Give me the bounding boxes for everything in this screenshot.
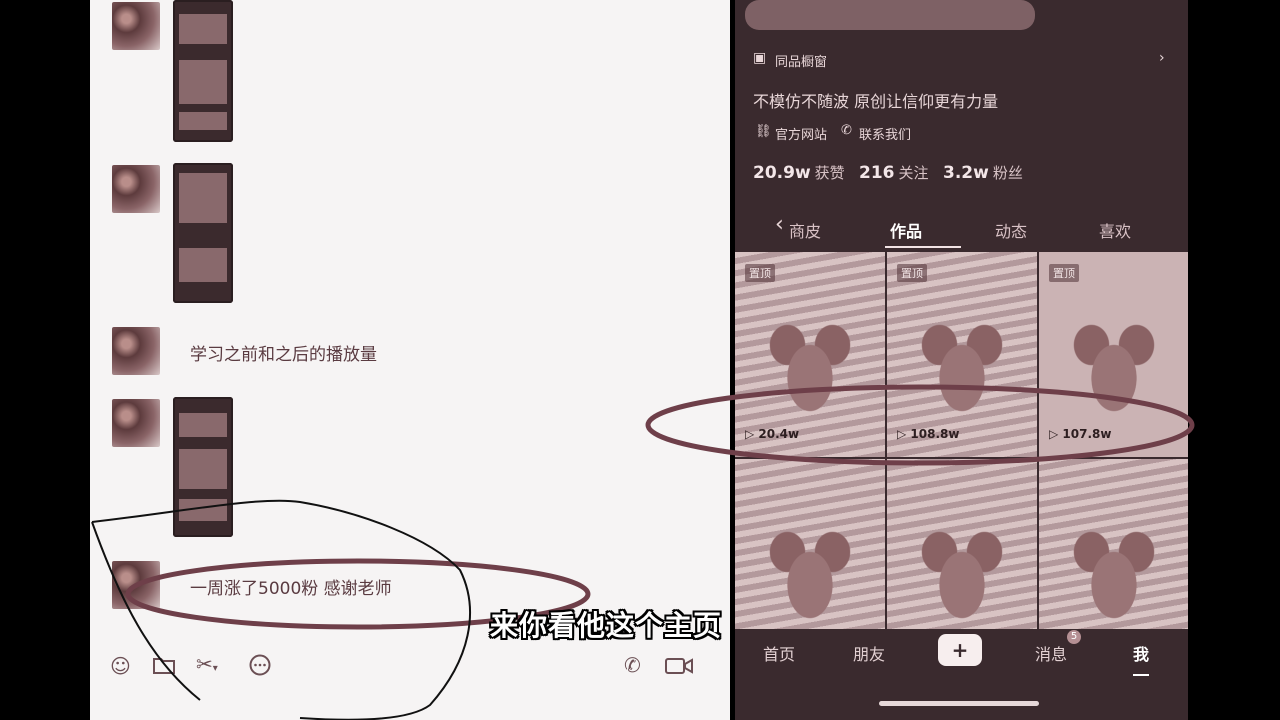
message-text[interactable]: 一周涨了5000粉 感谢老师 [190, 574, 392, 599]
contact-link[interactable]: 联系我们 [859, 124, 911, 143]
folder-icon[interactable] [152, 655, 176, 678]
video-subtitle: 来你看他这个主页 [490, 609, 723, 642]
video-thumbnail[interactable]: 置顶 ▷ 108.8w [887, 252, 1037, 457]
video-thumbnail[interactable] [735, 459, 885, 629]
active-tab-indicator [885, 246, 961, 248]
play-count: ▷ 107.8w [1049, 427, 1112, 441]
avatar[interactable] [112, 327, 160, 375]
pinned-badge: 置顶 [1049, 264, 1079, 282]
avatar[interactable] [112, 165, 160, 213]
scissors-icon[interactable]: ✂▾ [196, 654, 218, 674]
profile-bio: 不模仿不随波 原创让信仰更有力量 [753, 92, 999, 111]
emoji-icon[interactable]: ☺ [110, 656, 131, 676]
blurred-header [745, 0, 1035, 30]
tab-likes[interactable]: 喜欢 [1099, 218, 1131, 242]
tab-works[interactable]: 作品 [890, 218, 922, 242]
chat-bubble-icon[interactable] [248, 654, 272, 679]
nav-home[interactable]: 首页 [763, 641, 795, 665]
shop-label[interactable]: 同品橱窗 [775, 51, 827, 70]
shop-icon: ▣ [753, 50, 767, 66]
home-indicator [879, 701, 1039, 706]
link-icon: ⛓ [755, 124, 772, 139]
screenshot-image[interactable] [173, 0, 233, 142]
tab-shop[interactable]: 商皮 [789, 218, 821, 242]
messages-badge: 5 [1067, 630, 1081, 644]
right-margin [1188, 0, 1280, 720]
play-count: ▷ 108.8w [897, 427, 960, 441]
pinned-badge: 置顶 [745, 264, 775, 282]
stat-likes[interactable]: 20.9w 获赞 [753, 162, 845, 183]
avatar[interactable] [112, 399, 160, 447]
video-thumbnail[interactable]: 置顶 ▷ 107.8w [1039, 252, 1188, 457]
screenshot-image[interactable] [173, 163, 233, 303]
nav-me[interactable]: 我 [1133, 641, 1149, 665]
pinned-badge: 置顶 [897, 264, 927, 282]
avatar[interactable] [112, 561, 160, 609]
back-arrow-icon[interactable]: ‹ [775, 212, 784, 237]
phone-icon[interactable]: ✆ [624, 655, 641, 675]
tab-activity[interactable]: 动态 [995, 218, 1027, 242]
phone-call-icon: ✆ [841, 123, 852, 138]
create-post-button[interactable]: + [938, 634, 982, 666]
nav-me-underline [1133, 674, 1149, 676]
stat-following[interactable]: 216 关注 [859, 162, 929, 183]
play-count: ▷ 20.4w [745, 427, 800, 441]
video-call-icon[interactable] [664, 656, 694, 679]
video-thumbnail[interactable]: 置顶 ▷ 20.4w [735, 252, 885, 457]
website-link[interactable]: 官方网站 [775, 124, 827, 143]
stat-followers[interactable]: 3.2w 粉丝 [943, 162, 1023, 183]
phone-profile-screen: ▣ 同品橱窗 › 不模仿不随波 原创让信仰更有力量 ⛓ 官方网站 ✆ 联系我们 … [735, 0, 1188, 720]
screenshot-image[interactable] [173, 397, 233, 537]
nav-messages[interactable]: 消息 [1035, 641, 1067, 665]
video-thumbnail[interactable] [1039, 459, 1188, 629]
nav-friends[interactable]: 朋友 [853, 641, 885, 665]
video-thumbnail[interactable] [887, 459, 1037, 629]
message-text[interactable]: 学习之前和之后的播放量 [190, 340, 377, 365]
chevron-right-icon[interactable]: › [1159, 50, 1165, 66]
avatar[interactable] [112, 2, 160, 50]
